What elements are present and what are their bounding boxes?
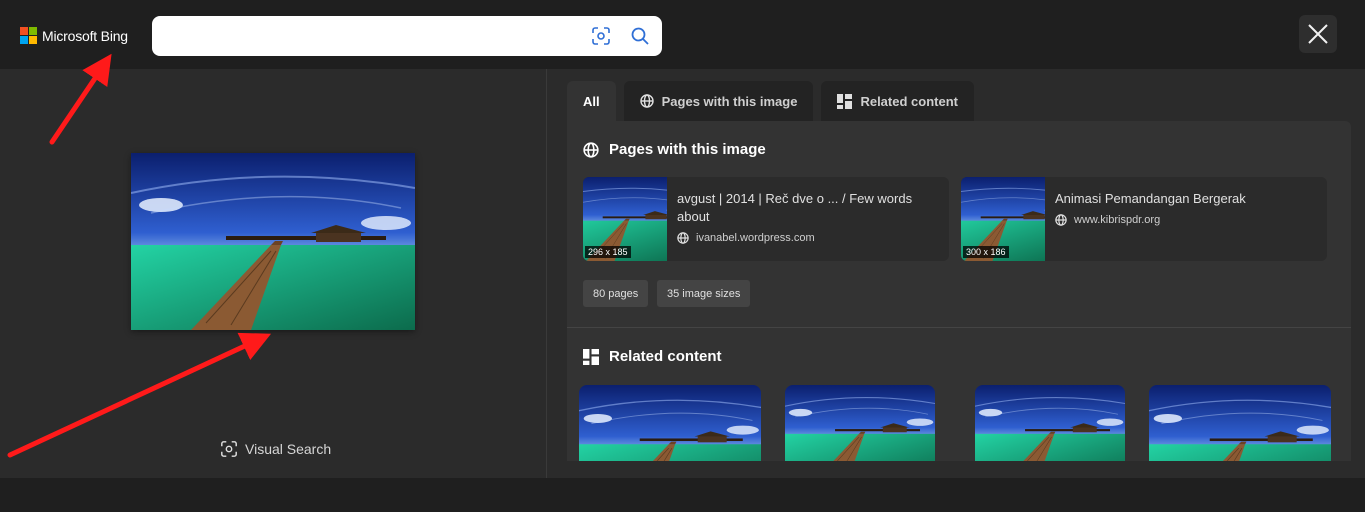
visual-search-button[interactable]: Visual Search bbox=[220, 440, 331, 458]
related-image[interactable] bbox=[975, 385, 1125, 461]
related-image[interactable] bbox=[579, 385, 761, 461]
image-preview-panel: Visual Search bbox=[0, 69, 546, 478]
pages-count-chip[interactable]: 80 pages bbox=[583, 280, 649, 307]
page-site: www.kibrispdr.org bbox=[1055, 214, 1160, 226]
search-box bbox=[152, 16, 662, 56]
image-dimensions: 300 x 186 bbox=[963, 246, 1009, 258]
tab-all[interactable]: All bbox=[567, 81, 616, 121]
image-sizes-chip[interactable]: 35 image sizes bbox=[657, 280, 751, 307]
page-site: ivanabel.wordpress.com bbox=[677, 232, 815, 244]
globe-icon bbox=[677, 232, 689, 244]
site-domain: www.kibrispdr.org bbox=[1074, 214, 1161, 226]
close-button[interactable] bbox=[1299, 15, 1337, 53]
section-title-text: Related content bbox=[609, 348, 722, 365]
tab-bar: All Pages with this image Related conten… bbox=[567, 81, 974, 121]
microsoft-logo-icon bbox=[20, 27, 38, 45]
tab-related-content[interactable]: Related content bbox=[821, 81, 974, 121]
top-bar: Microsoft Bing bbox=[0, 0, 1365, 69]
globe-icon bbox=[583, 141, 599, 158]
globe-icon bbox=[639, 94, 654, 108]
bing-logo[interactable]: Microsoft Bing bbox=[20, 27, 128, 45]
page-title: avgust | 2014 | Reč dve o ... / Few word… bbox=[677, 191, 913, 224]
tab-content: Pages with this image 296 x 185 avgust |… bbox=[567, 121, 1351, 461]
camera-scan-icon bbox=[221, 441, 237, 457]
page-title: Animasi Pemandangan Bergerak bbox=[1055, 191, 1246, 206]
section-title-text: Pages with this image bbox=[609, 141, 766, 158]
search-input[interactable] bbox=[164, 24, 574, 48]
site-domain: ivanabel.wordpress.com bbox=[696, 232, 815, 244]
section-divider bbox=[567, 327, 1351, 328]
image-dimensions: 296 x 185 bbox=[585, 246, 631, 258]
page-result-card[interactable]: 300 x 186 Animasi Pemandangan Bergerak w… bbox=[961, 177, 1327, 261]
tab-label: Related content bbox=[860, 93, 958, 109]
close-icon bbox=[1308, 24, 1328, 44]
related-section-title: Related content bbox=[583, 348, 722, 365]
grid-icon bbox=[583, 348, 599, 365]
tab-pages-with-this-image[interactable]: Pages with this image bbox=[623, 81, 814, 121]
results-panel: All Pages with this image Related conten… bbox=[547, 69, 1365, 478]
visual-search-label: Visual Search bbox=[245, 441, 332, 457]
logo-text: Microsoft Bing bbox=[42, 28, 128, 44]
globe-icon bbox=[1055, 214, 1067, 226]
preview-image[interactable] bbox=[131, 153, 415, 330]
related-image[interactable] bbox=[785, 385, 935, 461]
related-image[interactable] bbox=[1149, 385, 1331, 461]
page-result-card[interactable]: 296 x 185 avgust | 2014 | Reč dve o ... … bbox=[583, 177, 949, 261]
pages-section-title: Pages with this image bbox=[583, 141, 766, 158]
grid-icon bbox=[837, 93, 853, 109]
tab-label: All bbox=[583, 93, 600, 109]
tab-label: Pages with this image bbox=[661, 93, 798, 109]
camera-scan-icon[interactable] bbox=[591, 26, 611, 46]
search-icon[interactable] bbox=[630, 26, 650, 46]
